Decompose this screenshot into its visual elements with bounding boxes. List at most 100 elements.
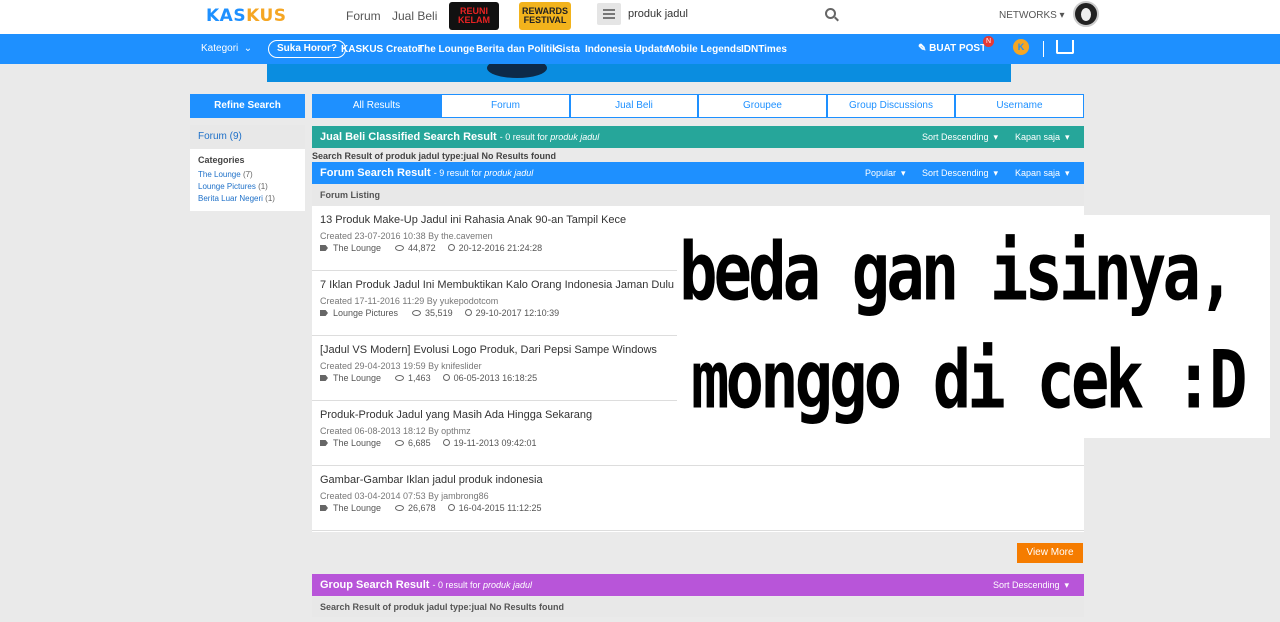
result-count: - 9 result for [433,168,485,178]
clock-icon [447,504,455,511]
nav-kaskus-creator[interactable]: KASKUS Creator [341,44,422,55]
tab-group-discussions[interactable]: Group Discussions [827,94,955,118]
thread-views: 35,519 [425,308,453,318]
forum-filter[interactable]: Forum (9) [190,125,305,149]
thread-title[interactable]: 7 Iklan Produk Jadul Ini Membuktikan Kal… [320,279,689,291]
ad-banner[interactable] [267,64,1011,82]
rewards-festival-promo[interactable]: REWARDS FESTIVAL [519,2,571,30]
thread-stats: The Lounge 1,463 06-05-2013 16:18:25 [320,373,537,383]
result-count: - 0 result for [499,132,551,142]
pencil-icon: ✎ [918,43,927,54]
jual-beli-sort-dropdown[interactable]: Sort Descending ▾ [922,126,998,148]
thread-updated: 19-11-2013 09:42:01 [453,438,537,448]
forum-popular-dropdown[interactable]: Popular ▾ [865,162,906,184]
thread-stats: The Lounge 26,678 16-04-2015 11:12:25 [320,503,541,513]
clock-icon [447,244,455,251]
nav-idntimes[interactable]: IDNTimes [741,44,787,55]
thread-title[interactable]: Produk-Produk Jadul yang Masih Ada Hingg… [320,409,592,421]
nav-forum[interactable]: Forum [346,9,381,23]
category-count: (1) [265,194,275,203]
nav-mobile-legends[interactable]: Mobile Legends [666,44,742,55]
forum-sort-dropdown[interactable]: Sort Descending ▾ [922,162,998,184]
thread-updated: 16-04-2015 11:12:25 [458,503,542,513]
group-result-header: Group Search Result - 0 result for produ… [312,574,1084,596]
thread-title[interactable]: 13 Produk Make-Up Jadul ini Rahasia Anak… [320,214,626,226]
category-berita-luar-negeri[interactable]: Berita Luar Negeri (1) [198,194,275,203]
category-lounge-pictures[interactable]: Lounge Pictures (1) [198,182,268,191]
menu-icon[interactable] [597,3,621,25]
thread-stats: The Lounge 6,685 19-11-2013 09:42:01 [320,438,536,448]
category-navbar: Kategori ⌄ Suka Horor? KASKUS Creator Th… [0,34,1280,64]
thread-category[interactable]: The Lounge [333,438,381,448]
nav-indonesia-update[interactable]: Indonesia Update [585,44,668,55]
search-input[interactable] [628,6,818,22]
category-count: (1) [258,182,268,191]
clock-icon [442,374,450,381]
result-count: - 0 result for [432,580,483,590]
nav-berita-politik[interactable]: Berita dan Politik [476,44,558,55]
thread-category[interactable]: The Lounge [333,503,381,513]
view-more-button[interactable]: View More [1017,543,1083,563]
logo-prefix: KAS [206,6,247,26]
tab-username[interactable]: Username [955,94,1084,118]
thread-meta: Created 23-07-2016 10:38 By the.cavemen [320,231,493,241]
thread-category[interactable]: The Lounge [333,373,381,383]
kategori-dropdown[interactable]: Kategori ⌄ [201,43,252,54]
top-header: KASKUS Forum Jual Beli REUNI KELAM REWAR… [0,0,1280,34]
thread-stats: The Lounge 44,872 20-12-2016 21:24:28 [320,243,542,253]
thread-updated: 29-10-2017 12:10:39 [475,308,560,318]
buat-post-button[interactable]: ✎ BUAT POST [918,43,986,54]
eye-icon [395,440,405,446]
group-title: Group Search Result [320,579,430,591]
nav-jual-beli[interactable]: Jual Beli [392,9,437,23]
networks-label: NETWORKS [999,10,1057,21]
tab-forum[interactable]: Forum [441,94,570,118]
nav-the-lounge[interactable]: The Lounge [418,44,475,55]
tag-icon [320,440,328,446]
thread-meta: Created 17-11-2016 11:29 By yukepodotcom [320,296,499,306]
thread-views: 44,872 [408,243,436,253]
tag-icon [320,375,328,381]
nav-sista[interactable]: Sista [556,44,580,55]
jual-beli-time-dropdown[interactable]: Kapan saja ▾ [1015,126,1070,148]
thread-category[interactable]: The Lounge [333,243,381,253]
tab-all-results[interactable]: All Results [312,94,441,118]
sort-label: Sort Descending [922,132,989,142]
logo-suffix: KUS [246,6,287,26]
kategori-label: Kategori [201,43,239,54]
group-sort-dropdown[interactable]: Sort Descending ▾ [993,574,1069,596]
buat-post-label: BUAT POST [929,43,987,54]
navbar-divider [1043,41,1044,57]
list-item[interactable]: Gambar-Gambar Iklan jadul produk indones… [312,466,1084,531]
networks-dropdown[interactable]: NETWORKS ▾ [999,10,1065,21]
thread-meta: Created 06-08-2013 18:12 By opthmz [320,426,471,436]
tag-icon [320,505,328,511]
suka-horor-pill[interactable]: Suka Horor? [268,40,347,58]
cart-icon[interactable] [1056,40,1074,54]
sort-label: Sort Descending [993,580,1060,590]
thread-views: 26,678 [408,503,436,513]
forum-result-header: Forum Search Result - 9 result for produ… [312,162,1084,184]
jual-beli-title: Jual Beli Classified Search Result [320,131,497,143]
search-icon[interactable] [825,8,836,19]
notification-badge[interactable]: N [983,36,994,47]
refine-search-button[interactable]: Refine Search [190,94,305,118]
thread-views: 1,463 [408,373,431,383]
caption-line-2: monggo di cek :D [691,335,1247,428]
kaskus-logo[interactable]: KASKUS [206,6,287,26]
popular-label: Popular [865,168,897,178]
group-subtitle: - 0 result for produk jadul [432,580,532,590]
thread-title[interactable]: [Jadul VS Modern] Evolusi Logo Produk, D… [320,344,657,356]
jual-beli-result-header: Jual Beli Classified Search Result - 0 r… [312,126,1084,148]
tab-jual-beli[interactable]: Jual Beli [570,94,698,118]
user-avatar[interactable] [1073,1,1099,27]
jual-beli-no-result: Search Result of produk jadul type:jual … [312,151,557,161]
category-name: Lounge Pictures [198,182,256,191]
thread-title[interactable]: Gambar-Gambar Iklan jadul produk indones… [320,474,543,486]
category-the-lounge[interactable]: The Lounge (7) [198,170,253,179]
kaskus-k-icon[interactable]: K [1013,39,1029,55]
forum-time-dropdown[interactable]: Kapan saja ▾ [1015,162,1070,184]
reuni-kelam-promo[interactable]: REUNI KELAM [449,2,499,30]
tab-groupee[interactable]: Groupee [698,94,827,118]
thread-category[interactable]: Lounge Pictures [333,308,398,318]
